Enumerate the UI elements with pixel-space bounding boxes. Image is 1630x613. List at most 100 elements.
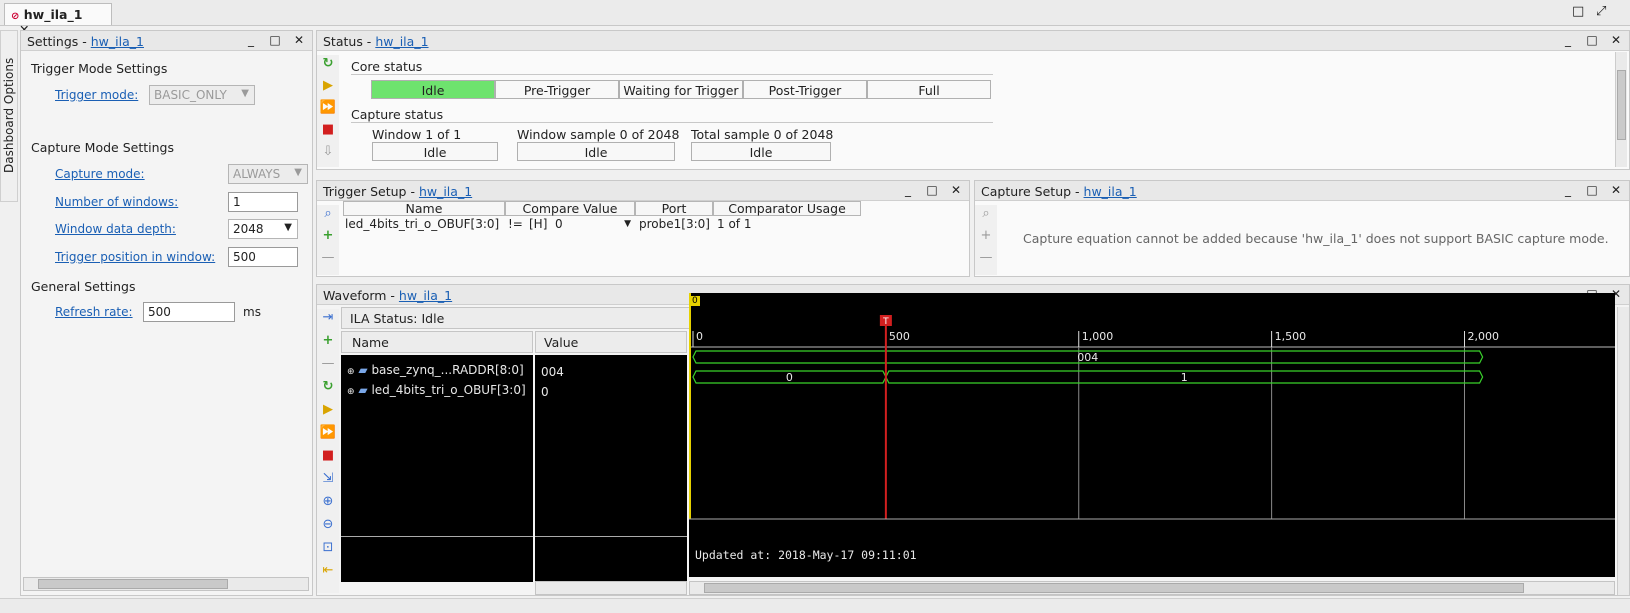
close-icon[interactable]: ✕ — [292, 33, 306, 47]
refresh-rate-field[interactable]: 500 — [143, 302, 235, 322]
minimize-icon[interactable]: _ — [244, 33, 258, 47]
col-header-name[interactable]: Name — [343, 201, 505, 216]
add-icon[interactable]: + — [978, 227, 994, 243]
maximize-icon[interactable]: □ — [1585, 33, 1599, 47]
waveform-ila-link[interactable]: hw_ila_1 — [399, 288, 452, 303]
status-vertical-scrollbar[interactable] — [1615, 52, 1627, 167]
run-immediate-icon[interactable]: ⏩ — [320, 99, 336, 115]
ila-status-text: ILA Status: Idle — [350, 311, 445, 326]
dashboard-options-strip[interactable]: Dashboard Options — [0, 30, 18, 202]
bus-segment-label: 004 — [1077, 351, 1098, 364]
minimize-icon[interactable]: _ — [901, 183, 915, 197]
names-horizontal-scrollbar[interactable] — [535, 581, 687, 595]
total-sample-label: Total sample 0 of 2048 — [691, 127, 834, 142]
trigger-mode-label[interactable]: Trigger mode: — [55, 88, 138, 102]
status-title-bar: Status - hw_ila_1 _ □ ✕ — [317, 31, 1629, 51]
stop-icon[interactable]: ■ — [320, 447, 336, 463]
expand-icon[interactable]: ⊕ — [347, 387, 355, 397]
capture-mode-select[interactable]: ALWAYS ▼ — [228, 164, 308, 184]
col-header-port[interactable]: Port — [635, 201, 713, 216]
status-ila-link[interactable]: hw_ila_1 — [375, 34, 428, 49]
time-tick-label: 0 — [696, 330, 703, 343]
capture-status-heading: Capture status — [351, 107, 444, 122]
waveform-canvas[interactable]: 0 500 1,000 1,500 2,000 004 0 1 T 0 Updated at: … — [689, 293, 1615, 577]
add-probe-icon[interactable]: + — [320, 332, 336, 348]
trigger-operator[interactable]: != — [508, 217, 523, 231]
trigger-probe-name: led_4bits_tri_o_OBUF[3:0] — [345, 217, 500, 231]
trigger-position-label[interactable]: Trigger position in window: — [55, 250, 215, 264]
remove-probe-icon[interactable]: — — [320, 249, 336, 265]
window-data-depth-label[interactable]: Window data depth: — [55, 222, 176, 236]
collapse-icon[interactable]: ⇥ — [320, 309, 336, 325]
stop-icon[interactable]: ■ — [320, 121, 336, 137]
trigger-position-field[interactable]: 500 — [228, 247, 298, 267]
search-icon[interactable]: ⌕ — [978, 205, 994, 221]
scrollbar-thumb[interactable] — [704, 583, 1524, 593]
maximize-window-icon[interactable]: ⤢ — [1596, 4, 1606, 19]
time-tick-label: 1,000 — [1082, 330, 1114, 343]
export-icon[interactable]: ⇲ — [320, 470, 336, 486]
name-column-header[interactable]: Name — [341, 331, 533, 353]
minimize-icon[interactable]: _ — [1561, 33, 1575, 47]
auto-retrigger-icon[interactable]: ↻ — [320, 55, 336, 71]
trigger-setup-title-bar: Trigger Setup - hw_ila_1 _ □ ✕ — [317, 181, 969, 201]
capture-mode-label[interactable]: Capture mode: — [55, 167, 145, 181]
time-tick-label: 2,000 — [1467, 330, 1499, 343]
zoom-out-icon[interactable]: ⊖ — [320, 516, 336, 532]
updated-timestamp: Updated at: 2018-May-17 09:11:01 — [695, 548, 917, 562]
trigger-compare-value[interactable]: 0 ▼ — [555, 217, 635, 231]
tab-hw-ila-1[interactable]: ⊘ hw_ila_1 ✕ — [4, 3, 112, 37]
settings-ila-link[interactable]: hw_ila_1 — [91, 34, 144, 49]
scrollbar-thumb[interactable] — [38, 579, 228, 589]
ila-icon: ⊘ — [11, 11, 20, 22]
run-immediate-icon[interactable]: ⏩ — [320, 424, 336, 440]
value-column-header[interactable]: Value — [535, 331, 687, 353]
trigger-radix[interactable]: [H] — [529, 217, 547, 231]
number-of-windows-label[interactable]: Number of windows: — [55, 195, 178, 209]
expand-icon[interactable]: ⊕ — [347, 367, 355, 377]
trigger-mode-select[interactable]: BASIC_ONLY ▼ — [149, 85, 255, 105]
remove-icon[interactable]: — — [978, 249, 994, 265]
run-trigger-icon[interactable]: ▶ — [320, 77, 336, 93]
col-header-comparator-usage[interactable]: Comparator Usage — [713, 201, 861, 216]
window-data-depth-select[interactable]: 2048 ▼ — [228, 219, 298, 239]
restore-window-icon[interactable]: □ — [1572, 4, 1584, 19]
status-panel: Status - hw_ila_1 _ □ ✕ ↻ ▶ ⏩ ■ ⇩ Core s… — [316, 30, 1630, 170]
zoom-in-icon[interactable]: ⊕ — [320, 493, 336, 509]
zoom-fit-icon[interactable]: ⊡ — [320, 539, 336, 555]
dashboard-options-label[interactable]: Dashboard Options — [2, 53, 16, 173]
close-icon[interactable]: ✕ — [1609, 33, 1623, 47]
name-header-text: Name — [352, 335, 389, 350]
number-of-windows-field[interactable]: 1 — [228, 192, 298, 212]
compare-value-text: 0 — [555, 217, 563, 231]
settings-horizontal-scrollbar[interactable] — [23, 577, 309, 591]
maximize-icon[interactable]: □ — [1585, 183, 1599, 197]
capture-icon[interactable]: ⇩ — [320, 143, 336, 159]
core-state-pre-trigger: Pre-Trigger — [495, 80, 619, 99]
close-icon[interactable]: ✕ — [949, 183, 963, 197]
chevron-down-icon: ▼ — [624, 219, 631, 229]
refresh-rate-label[interactable]: Refresh rate: — [55, 305, 133, 319]
chevron-down-icon: ▼ — [241, 88, 249, 99]
auto-retrigger-icon[interactable]: ↻ — [320, 378, 336, 394]
add-probe-icon[interactable]: + — [320, 227, 336, 243]
signal-row[interactable]: ⊕ ▰ base_zynq_...RADDR[8:0] — [347, 363, 524, 377]
settings-panel: Settings - hw_ila_1 _ □ ✕ Trigger Mode S… — [20, 30, 313, 596]
waveform-horizontal-scrollbar[interactable] — [689, 581, 1615, 595]
maximize-icon[interactable]: □ — [268, 33, 282, 47]
maximize-icon[interactable]: □ — [925, 183, 939, 197]
close-icon[interactable]: ✕ — [1609, 183, 1623, 197]
signal-row[interactable]: ⊕ ▰ led_4bits_tri_o_OBUF[3:0] — [347, 383, 526, 397]
trigger-setup-ila-link[interactable]: hw_ila_1 — [419, 184, 472, 199]
col-header-compare-value[interactable]: Compare Value — [505, 201, 635, 216]
run-trigger-icon[interactable]: ▶ — [320, 401, 336, 417]
signal-name: base_zynq_...RADDR[8:0] — [371, 363, 524, 377]
waveform-svg[interactable]: 0 500 1,000 1,500 2,000 004 0 1 T — [689, 293, 1615, 577]
search-icon[interactable]: ⌕ — [320, 205, 336, 221]
go-to-cursor-icon[interactable]: ⇤ — [320, 562, 336, 578]
remove-probe-icon[interactable]: — — [320, 355, 336, 371]
minimize-icon[interactable]: _ — [1561, 183, 1575, 197]
capture-setup-ila-link[interactable]: hw_ila_1 — [1084, 184, 1137, 199]
waveform-vertical-scrollbar[interactable] — [1617, 307, 1629, 595]
scrollbar-thumb[interactable] — [1617, 70, 1626, 140]
